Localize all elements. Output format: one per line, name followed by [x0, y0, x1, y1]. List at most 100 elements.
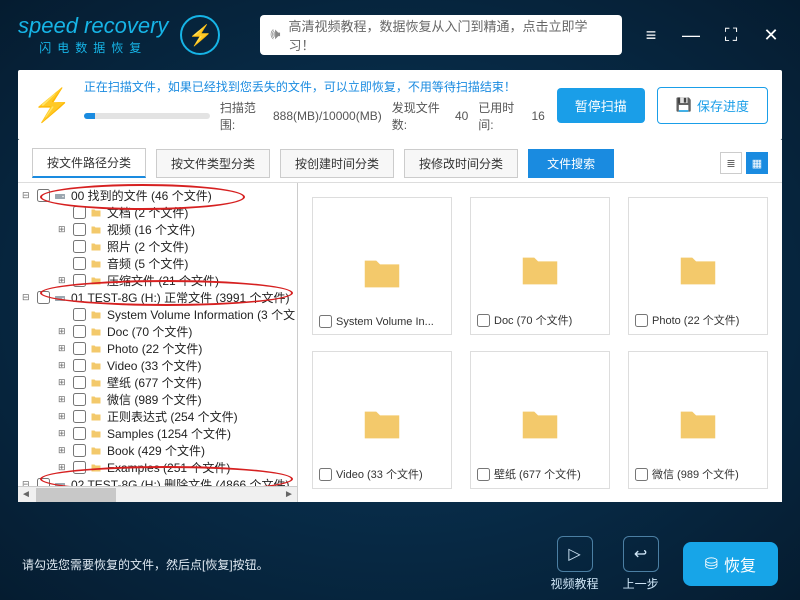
tab-by-path[interactable]: 按文件路径分类: [32, 148, 146, 178]
grid-label: Video (33 个文件): [336, 466, 423, 482]
grid-checkbox[interactable]: [477, 314, 490, 327]
tree-node[interactable]: ⊞ 正则表达式 (254 个文件): [18, 408, 297, 425]
tree-node[interactable]: ⊞Video (33 个文件): [18, 357, 297, 374]
tree-node[interactable]: 照片 (2 个文件): [18, 238, 297, 255]
expand-icon[interactable]: ⊞: [58, 275, 70, 286]
grid-checkbox[interactable]: [635, 468, 648, 481]
expand-icon[interactable]: ⊞: [58, 428, 70, 439]
tree-node[interactable]: 音频 (5 个文件): [18, 255, 297, 272]
grid-label: 微信 (989 个文件): [652, 466, 739, 482]
tree-label: 正则表达式 (254 个文件): [107, 408, 238, 425]
grid-item[interactable]: Doc (70 个文件): [470, 197, 610, 335]
expand-icon[interactable]: ⊟: [22, 292, 34, 303]
recover-icon: ⛁: [705, 554, 718, 574]
file-tree[interactable]: ⊟00 找到的文件 (46 个文件)文档 (2 个文件)⊞视频 (16 个文件)…: [18, 183, 298, 502]
tree-node[interactable]: ⊞Samples (1254 个文件): [18, 425, 297, 442]
tree-checkbox[interactable]: [73, 240, 86, 253]
tree-label: 压缩文件 (21 个文件): [107, 272, 219, 289]
grid-checkbox[interactable]: [635, 314, 648, 327]
expand-icon[interactable]: ⊞: [58, 462, 70, 473]
tree-checkbox[interactable]: [37, 291, 50, 304]
tree-label: 壁纸 (677 个文件): [107, 374, 202, 391]
expand-icon[interactable]: ⊟: [22, 190, 34, 201]
prev-step-button[interactable]: ↩ 上一步: [623, 536, 659, 592]
expand-icon[interactable]: ⊞: [58, 411, 70, 422]
tree-checkbox[interactable]: [73, 206, 86, 219]
close-button[interactable]: ✕: [760, 25, 782, 46]
scroll-right-icon[interactable]: ►: [281, 489, 297, 500]
folder-icon: [354, 402, 410, 448]
tree-node[interactable]: ⊟00 找到的文件 (46 个文件): [18, 187, 297, 204]
tab-by-modified[interactable]: 按修改时间分类: [404, 149, 518, 178]
tree-checkbox[interactable]: [73, 444, 86, 457]
expand-icon[interactable]: ⊞: [58, 343, 70, 354]
tree-node[interactable]: ⊞Book (429 个文件): [18, 442, 297, 459]
tree-checkbox[interactable]: [37, 189, 50, 202]
tree-checkbox[interactable]: [73, 410, 86, 423]
tree-checkbox[interactable]: [73, 342, 86, 355]
folder-icon: [354, 251, 410, 297]
tree-label: Photo (22 个文件): [107, 340, 202, 357]
tab-search[interactable]: 文件搜索: [528, 149, 614, 178]
tab-by-created[interactable]: 按创建时间分类: [280, 149, 394, 178]
save-progress-button[interactable]: 💾保存进度: [657, 87, 768, 124]
tree-hscrollbar[interactable]: ◄ ►: [18, 486, 297, 502]
play-icon: ▷: [557, 536, 593, 572]
tree-checkbox[interactable]: [73, 274, 86, 287]
expand-icon[interactable]: ⊞: [58, 445, 70, 456]
tree-checkbox[interactable]: [73, 461, 86, 474]
video-tutorial-button[interactable]: ▷ 视频教程: [551, 536, 599, 592]
tree-node[interactable]: ⊞Examples (251 个文件): [18, 459, 297, 476]
menu-button[interactable]: ≡: [640, 25, 662, 46]
bolt-icon: ⚡: [180, 15, 220, 55]
minimize-button[interactable]: ―: [680, 25, 702, 46]
tree-node[interactable]: ⊞ 压缩文件 (21 个文件): [18, 272, 297, 289]
tree-checkbox[interactable]: [73, 325, 86, 338]
grid-item[interactable]: 微信 (989 个文件): [628, 351, 768, 489]
tree-node[interactable]: ⊞视频 (16 个文件): [18, 221, 297, 238]
expand-icon[interactable]: ⊞: [58, 394, 70, 405]
progress-bar: [84, 113, 210, 119]
expand-icon[interactable]: ⊞: [58, 360, 70, 371]
tree-node[interactable]: ⊞ Photo (22 个文件): [18, 340, 297, 357]
maximize-button[interactable]: ⛶: [720, 25, 742, 46]
tree-checkbox[interactable]: [73, 376, 86, 389]
recover-button[interactable]: ⛁ 恢复: [683, 542, 778, 586]
tree-checkbox[interactable]: [73, 359, 86, 372]
drive-icon: [53, 292, 67, 304]
tab-by-type[interactable]: 按文件类型分类: [156, 149, 270, 178]
scroll-left-icon[interactable]: ◄: [18, 489, 34, 500]
view-list-icon[interactable]: ≣: [720, 152, 742, 174]
footer-hint: 请勾选您需要恢复的文件，然后点[恢复]按钮。: [22, 556, 269, 573]
scroll-thumb[interactable]: [36, 488, 116, 502]
tree-node[interactable]: ⊞ 壁纸 (677 个文件): [18, 374, 297, 391]
tree-node[interactable]: ⊞微信 (989 个文件): [18, 391, 297, 408]
save-icon: 💾: [676, 97, 692, 113]
folder-icon: [89, 377, 103, 389]
grid-checkbox[interactable]: [319, 468, 332, 481]
scan-status-text: 正在扫描文件，如果已经找到您丢失的文件，可以立即恢复，不用等待扫描结束！: [84, 78, 545, 95]
pause-scan-button[interactable]: 暂停扫描: [557, 88, 645, 123]
tree-checkbox[interactable]: [73, 257, 86, 270]
grid-item[interactable]: Video (33 个文件): [312, 351, 452, 489]
folder-icon: [89, 462, 103, 474]
grid-item[interactable]: 壁纸 (677 个文件): [470, 351, 610, 489]
grid-checkbox[interactable]: [319, 315, 332, 328]
tree-node[interactable]: System Volume Information (3 个文: [18, 306, 297, 323]
grid-checkbox[interactable]: [477, 468, 490, 481]
expand-icon[interactable]: ⊞: [58, 224, 70, 235]
promo-banner[interactable]: 🕪 高清视频教程，数据恢复从入门到精通，点击立即学习！: [260, 15, 622, 55]
expand-icon[interactable]: ⊞: [58, 377, 70, 388]
tree-checkbox[interactable]: [73, 308, 86, 321]
grid-item[interactable]: Photo (22 个文件): [628, 197, 768, 335]
tree-node[interactable]: 文档 (2 个文件): [18, 204, 297, 221]
grid-item[interactable]: System Volume In...: [312, 197, 452, 335]
tree-node[interactable]: ⊞Doc (70 个文件): [18, 323, 297, 340]
expand-icon[interactable]: ⊞: [58, 326, 70, 337]
folder-icon: [89, 207, 103, 219]
view-grid-icon[interactable]: ▦: [746, 152, 768, 174]
tree-node[interactable]: ⊟01 TEST-8G (H:) 正常文件 (3991 个文件): [18, 289, 297, 306]
tree-checkbox[interactable]: [73, 393, 86, 406]
tree-checkbox[interactable]: [73, 427, 86, 440]
tree-checkbox[interactable]: [73, 223, 86, 236]
